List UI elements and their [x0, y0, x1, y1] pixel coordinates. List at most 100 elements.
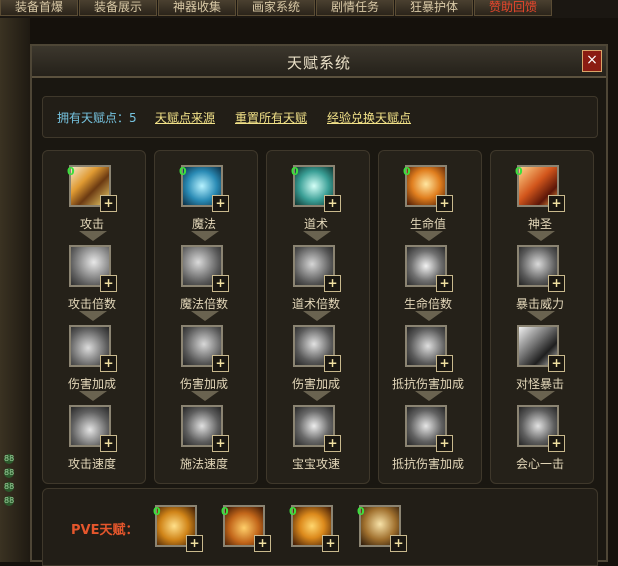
- add-point-button[interactable]: +: [548, 275, 565, 292]
- crit-power-icon[interactable]: +: [517, 245, 565, 292]
- add-point-button[interactable]: +: [548, 435, 565, 452]
- resist-icon[interactable]: +: [405, 325, 453, 372]
- pve-talent-section: PVE天赋： 0 + 0 + 0 + 0 +: [42, 488, 598, 566]
- add-point-button[interactable]: +: [548, 195, 565, 212]
- pve-flame-icon[interactable]: 0 +: [153, 505, 203, 552]
- talent-skill[interactable]: + 伤害加成: [292, 325, 341, 392]
- add-point-button[interactable]: +: [100, 195, 117, 212]
- talent-skill[interactable]: + 抵抗伤害加成: [392, 405, 464, 472]
- talent-column-magic: 0 + 魔法 + 魔法倍数 + 伤害加成 + 施法速度: [154, 150, 258, 484]
- pve-helmet-icon[interactable]: 0 +: [357, 505, 407, 552]
- add-point-button[interactable]: +: [324, 355, 341, 372]
- taoist-multiplier-icon[interactable]: +: [293, 245, 341, 292]
- add-point-button[interactable]: +: [436, 275, 453, 292]
- talent-skill[interactable]: 0 + 道术: [291, 165, 341, 232]
- talent-skill[interactable]: + 施法速度: [180, 405, 229, 472]
- tree-arrow: [415, 231, 443, 241]
- add-point-button[interactable]: +: [212, 275, 229, 292]
- add-point-button[interactable]: +: [548, 355, 565, 372]
- talent-skill[interactable]: + 生命倍数: [404, 245, 453, 312]
- talent-skill[interactable]: + 魔法倍数: [180, 245, 229, 312]
- talent-column-attack: 0 + 攻击 + 攻击倍数 + 伤害加成 + 攻击速度: [42, 150, 146, 484]
- skill-name: 暴击威力: [515, 297, 564, 311]
- hp-multiplier-icon[interactable]: +: [405, 245, 453, 292]
- add-point-button[interactable]: +: [100, 355, 117, 372]
- nav-tab-sponsor[interactable]: 赞助回馈: [474, 0, 552, 16]
- add-point-button[interactable]: +: [322, 535, 339, 552]
- skill-name: 伤害加成: [291, 377, 340, 391]
- add-point-button[interactable]: +: [100, 435, 117, 452]
- nav-tab-story-quest[interactable]: 剧情任务: [316, 0, 394, 16]
- exp-exchange-link[interactable]: 经验兑换天赋点: [327, 109, 411, 126]
- tree-arrow: [79, 311, 107, 321]
- monster-crit-icon[interactable]: +: [517, 325, 565, 372]
- nav-tab-painter-system[interactable]: 画家系统: [237, 0, 315, 16]
- talent-skill[interactable]: + 抵抗伤害加成: [392, 325, 464, 392]
- talent-skill[interactable]: 0 + 攻击: [67, 165, 117, 232]
- add-point-button[interactable]: +: [436, 355, 453, 372]
- talent-skill[interactable]: + 伤害加成: [68, 325, 117, 392]
- nav-tab-equip-drops[interactable]: 装备首爆: [0, 0, 78, 16]
- skill-name: 攻击: [79, 217, 104, 231]
- add-point-button[interactable]: +: [212, 355, 229, 372]
- tree-arrow: [415, 391, 443, 401]
- cast-speed-icon[interactable]: +: [181, 405, 229, 452]
- pve-ear-icon[interactable]: 0 +: [221, 505, 271, 552]
- add-point-button[interactable]: +: [436, 435, 453, 452]
- nav-tab-berserk[interactable]: 狂暴护体: [395, 0, 473, 16]
- talent-info-bar: 拥有天赋点：5 天赋点来源 重置所有天赋 经验兑换天赋点: [42, 96, 598, 138]
- skill-name: 生命倍数: [403, 297, 452, 311]
- talent-skill[interactable]: + 攻击倍数: [68, 245, 117, 312]
- holy-icon[interactable]: 0 +: [515, 165, 565, 212]
- claw-icon[interactable]: +: [293, 325, 341, 372]
- crossed-swords-icon[interactable]: 0 +: [291, 165, 341, 212]
- tree-arrow: [303, 391, 331, 401]
- talent-skill[interactable]: 0 + 魔法: [179, 165, 229, 232]
- talent-skill[interactable]: + 对怪暴击: [516, 325, 565, 392]
- talent-skill[interactable]: 0 + 生命值: [403, 165, 453, 232]
- tree-arrow: [415, 311, 443, 321]
- add-point-button[interactable]: +: [324, 275, 341, 292]
- talent-skill[interactable]: + 攻击速度: [68, 405, 117, 472]
- resist-bonus-icon[interactable]: +: [405, 405, 453, 452]
- talent-skill[interactable]: + 宝宝攻速: [292, 405, 341, 472]
- skill-points: 0: [291, 165, 299, 178]
- add-point-button[interactable]: +: [254, 535, 271, 552]
- magic-icon[interactable]: 0 +: [179, 165, 229, 212]
- add-point-button[interactable]: +: [186, 535, 203, 552]
- reset-talents-link[interactable]: 重置所有天赋: [235, 109, 307, 126]
- pve-eye-icon[interactable]: 0 +: [289, 505, 339, 552]
- fire-icon[interactable]: 0 +: [403, 165, 453, 212]
- heart-strike-icon[interactable]: +: [517, 405, 565, 452]
- talent-skill[interactable]: + 暴击威力: [516, 245, 565, 312]
- blade-icon[interactable]: +: [69, 245, 117, 292]
- sword-icon[interactable]: 0 +: [67, 165, 117, 212]
- nav-tab-artifact-collection[interactable]: 神器收集: [158, 0, 236, 16]
- add-point-button[interactable]: +: [324, 195, 341, 212]
- close-button[interactable]: ×: [582, 50, 602, 72]
- window-title: 天赋系统: [286, 54, 351, 72]
- talent-source-link[interactable]: 天赋点来源: [155, 109, 215, 126]
- nav-tab-equip-showcase[interactable]: 装备展示: [79, 0, 157, 16]
- skill-name: 抵抗伤害加成: [391, 377, 464, 391]
- pet-speed-icon[interactable]: +: [293, 405, 341, 452]
- skill-points: 0: [179, 165, 187, 178]
- add-point-button[interactable]: +: [212, 195, 229, 212]
- side-indicator: 88: [4, 468, 15, 478]
- talent-skill[interactable]: + 伤害加成: [180, 325, 229, 392]
- slash-icon[interactable]: +: [69, 325, 117, 372]
- add-point-button[interactable]: +: [436, 195, 453, 212]
- window-titlebar[interactable]: 天赋系统 ×: [32, 46, 606, 78]
- add-point-button[interactable]: +: [100, 275, 117, 292]
- damage-bonus-icon[interactable]: +: [181, 325, 229, 372]
- add-point-button[interactable]: +: [390, 535, 407, 552]
- tree-arrow: [79, 391, 107, 401]
- magic-multiplier-icon[interactable]: +: [181, 245, 229, 292]
- talent-skill[interactable]: + 会心一击: [516, 405, 565, 472]
- skill-name: 伤害加成: [179, 377, 228, 391]
- add-point-button[interactable]: +: [212, 435, 229, 452]
- speed-icon[interactable]: +: [69, 405, 117, 452]
- talent-skill[interactable]: + 道术倍数: [292, 245, 341, 312]
- talent-skill[interactable]: 0 + 神圣: [515, 165, 565, 232]
- add-point-button[interactable]: +: [324, 435, 341, 452]
